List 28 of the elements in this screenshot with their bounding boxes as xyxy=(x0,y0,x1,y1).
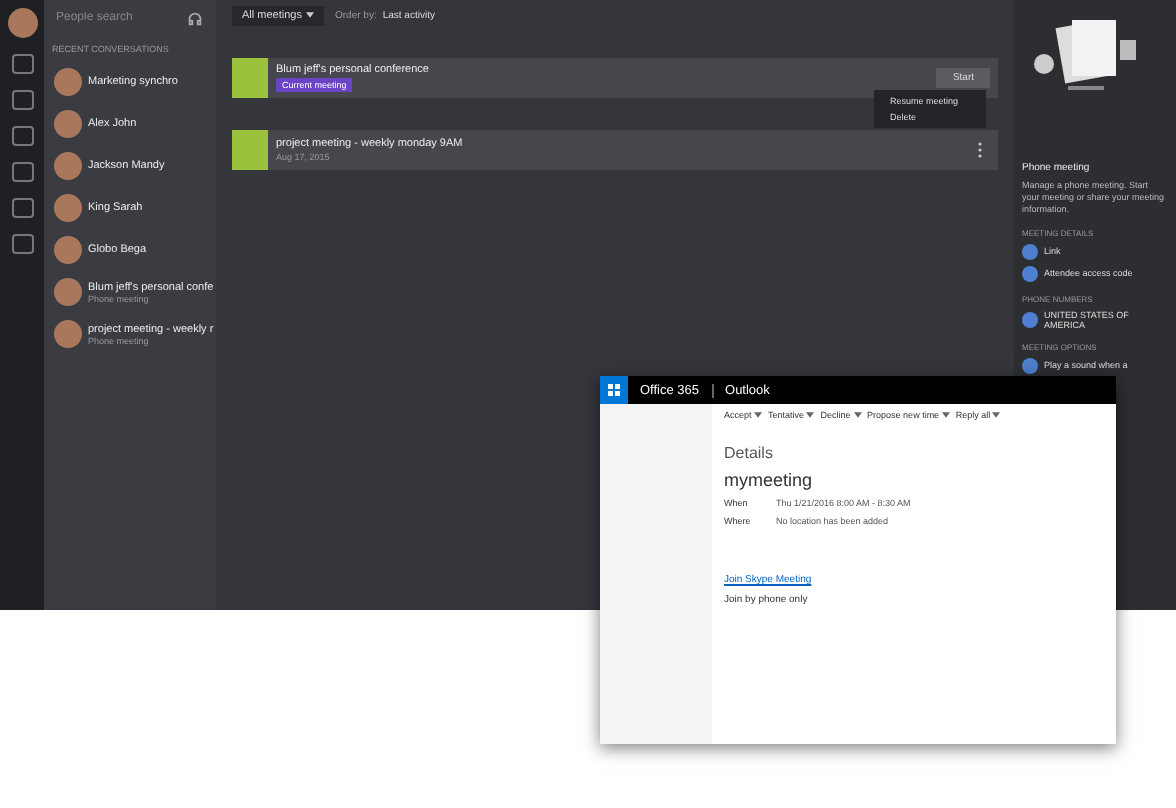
item-icon xyxy=(1022,311,1038,328)
app-launcher-icon[interactable] xyxy=(600,376,628,404)
avatar-icon xyxy=(54,194,82,222)
avatar-icon xyxy=(54,68,82,96)
avatar-icon[interactable] xyxy=(7,8,37,38)
nav-icon[interactable] xyxy=(11,90,33,110)
caret-icon xyxy=(806,412,815,419)
avatar-icon xyxy=(54,110,82,138)
avatar-icon xyxy=(54,278,82,306)
meeting-thumbnail xyxy=(232,58,268,98)
nav-icon[interactable] xyxy=(11,234,33,254)
caret-icon xyxy=(941,412,950,419)
avatar-icon xyxy=(54,320,82,348)
caret-icon xyxy=(992,412,1001,419)
meeting-subject: mymeeting xyxy=(724,470,815,490)
nav-icon[interactable] xyxy=(11,162,33,182)
item-icon xyxy=(1022,357,1038,374)
avatar-icon xyxy=(54,236,82,264)
caret-icon xyxy=(853,412,862,419)
nav-icon[interactable] xyxy=(11,198,33,218)
caret-icon xyxy=(305,12,313,19)
details-heading: Details xyxy=(724,444,775,462)
nav-icon[interactable] xyxy=(11,126,33,146)
caret-icon xyxy=(754,412,763,419)
nav-icon[interactable] xyxy=(11,54,33,74)
avatar-icon xyxy=(54,152,82,180)
headset-icon[interactable] xyxy=(186,9,204,27)
meeting-thumbnail xyxy=(232,130,268,170)
